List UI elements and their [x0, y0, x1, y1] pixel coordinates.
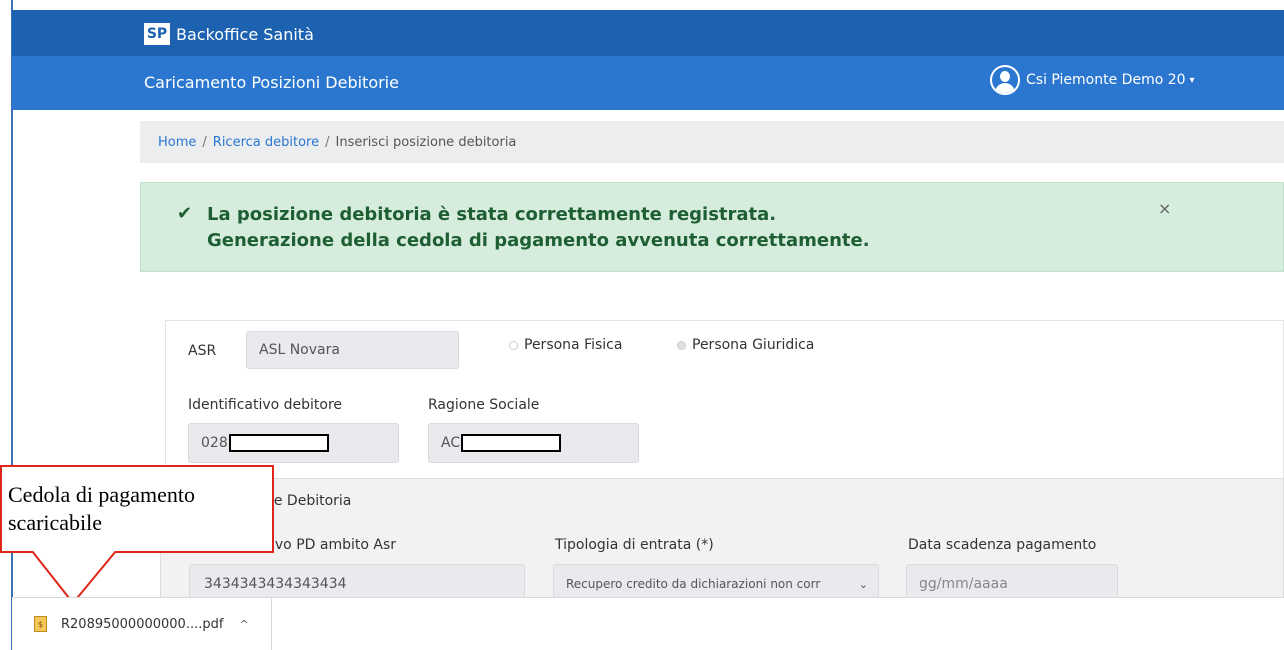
alert-message-line1: La posizione debitoria è stata correttam… — [207, 204, 777, 225]
user-menu[interactable]: Csi Piemonte Demo 20 ▾ — [990, 65, 1195, 95]
annotation-callout: Cedola di pagamento scaricabile — [0, 465, 274, 553]
redaction-box — [461, 434, 562, 452]
success-alert: ✔ La posizione debitoria è stata corrett… — [140, 182, 1284, 272]
avatar-icon — [990, 65, 1020, 95]
breadcrumb-ricerca-debitore[interactable]: Ricerca debitore — [213, 135, 319, 150]
breadcrumb-home[interactable]: Home — [158, 135, 196, 150]
tipologia-entrata-label: Tipologia di entrata (*) — [555, 537, 714, 553]
breadcrumb: Home / Ricerca debitore / Inserisci posi… — [140, 121, 1284, 163]
chevron-down-icon: ⌄ — [858, 577, 868, 591]
check-icon: ✔ — [177, 203, 193, 224]
asr-value: ASL Novara — [259, 342, 340, 358]
breadcrumb-current: Inserisci posizione debitoria — [335, 134, 517, 150]
breadcrumb-separator: / — [325, 134, 330, 150]
asr-field[interactable]: ASL Novara — [246, 331, 459, 369]
id-debitore-value: 028 — [201, 435, 228, 451]
radio-button-icon — [509, 340, 518, 350]
radio-persona-fisica-label: Persona Fisica — [524, 337, 623, 353]
radio-persona-fisica[interactable]: Persona Fisica — [509, 337, 622, 353]
download-file-name: R20895000000000....pdf — [61, 616, 224, 632]
ragione-sociale-label: Ragione Sociale — [428, 397, 540, 413]
id-debitore-field[interactable]: 028 — [188, 423, 399, 463]
brand[interactable]: SP Backoffice Sanità — [144, 23, 314, 45]
sp-logo: SP — [144, 23, 170, 45]
user-name: Csi Piemonte Demo 20 — [1026, 72, 1186, 88]
redaction-box — [228, 434, 329, 452]
page-title: Caricamento Posizioni Debitorie — [144, 73, 399, 92]
top-header-bar: SP Backoffice Sanità — [12, 10, 1284, 56]
asr-label: ASR — [188, 343, 217, 359]
callout-line1: Cedola di pagamento — [8, 482, 195, 507]
data-scadenza-placeholder: gg/mm/aaaa — [919, 576, 1008, 592]
breadcrumb-separator: / — [202, 134, 207, 150]
download-item[interactable]: $ R20895000000000....pdf ^ — [12, 598, 272, 650]
radio-persona-giuridica-label: Persona Giuridica — [692, 337, 815, 353]
ragione-sociale-value: AC — [441, 435, 461, 451]
radio-persona-giuridica[interactable]: Persona Giuridica — [677, 337, 814, 353]
id-debitore-label: Identificativo debitore — [188, 397, 343, 413]
identificativo-pd-label: ivo PD ambito Asr — [271, 537, 396, 553]
chevron-down-icon: ▾ — [1189, 74, 1195, 86]
app-window: SP Backoffice Sanità Caricamento Posizio… — [0, 0, 1284, 650]
chevron-up-icon[interactable]: ^ — [239, 618, 248, 631]
alert-message-line2: Generazione della cedola di pagamento av… — [207, 230, 870, 251]
data-scadenza-label: Data scadenza pagamento — [908, 537, 1097, 553]
ragione-sociale-field[interactable]: AC — [428, 423, 639, 463]
section-title: ne Debitoria — [265, 493, 352, 509]
app-name: Backoffice Sanità — [176, 24, 314, 44]
radio-button-icon — [677, 340, 686, 350]
close-icon[interactable]: × — [1158, 199, 1171, 218]
sub-header-bar: Caricamento Posizioni Debitorie Csi Piem… — [12, 56, 1284, 110]
identificativo-pd-value: 3434343434343434 — [204, 576, 347, 592]
browser-download-bar: $ R20895000000000....pdf ^ — [12, 597, 1284, 650]
pdf-file-icon: $ — [34, 616, 47, 632]
tipologia-entrata-value: Recupero credito da dichiarazioni non co… — [566, 577, 821, 591]
callout-line2: scaricabile — [8, 510, 103, 535]
